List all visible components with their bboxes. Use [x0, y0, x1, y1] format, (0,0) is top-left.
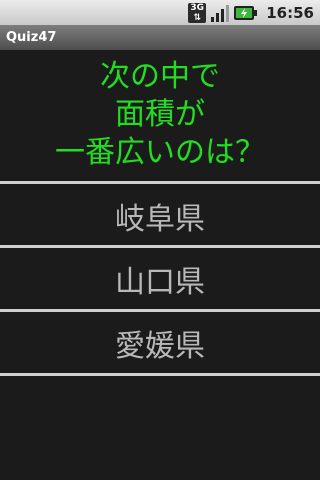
app-title: Quiz47 [6, 30, 57, 45]
question-line-2: 面積が [115, 97, 205, 132]
answer-label: 山口県 [115, 265, 205, 300]
answer-label: 岐阜県 [115, 202, 205, 237]
battery-charging-icon [234, 3, 258, 23]
divider [0, 309, 320, 312]
network-3g-icon: 3G ⇅ [188, 2, 207, 23]
status-icons: 3G ⇅ 16:56 [188, 0, 316, 25]
question-line-1: 次の中で [100, 59, 220, 94]
answer-button-2[interactable]: 山口県 [0, 249, 320, 309]
app-title-bar: Quiz47 [0, 25, 320, 50]
question-line-3: 一番広いのは？ [55, 135, 265, 170]
answer-button-3[interactable]: 愛媛県 [0, 313, 320, 373]
answer-button-1[interactable]: 岐阜県 [0, 186, 320, 246]
question-text: 次の中で 面積が 一番広いのは？ [0, 50, 320, 180]
answer-label: 愛媛県 [115, 329, 205, 364]
divider [0, 373, 320, 376]
signal-strength-icon [210, 3, 230, 23]
network-label: 3G [190, 2, 205, 13]
status-bar: 3G ⇅ 16:56 [0, 0, 320, 25]
divider [0, 245, 320, 248]
divider [0, 181, 320, 184]
clock: 16:56 [266, 3, 314, 22]
